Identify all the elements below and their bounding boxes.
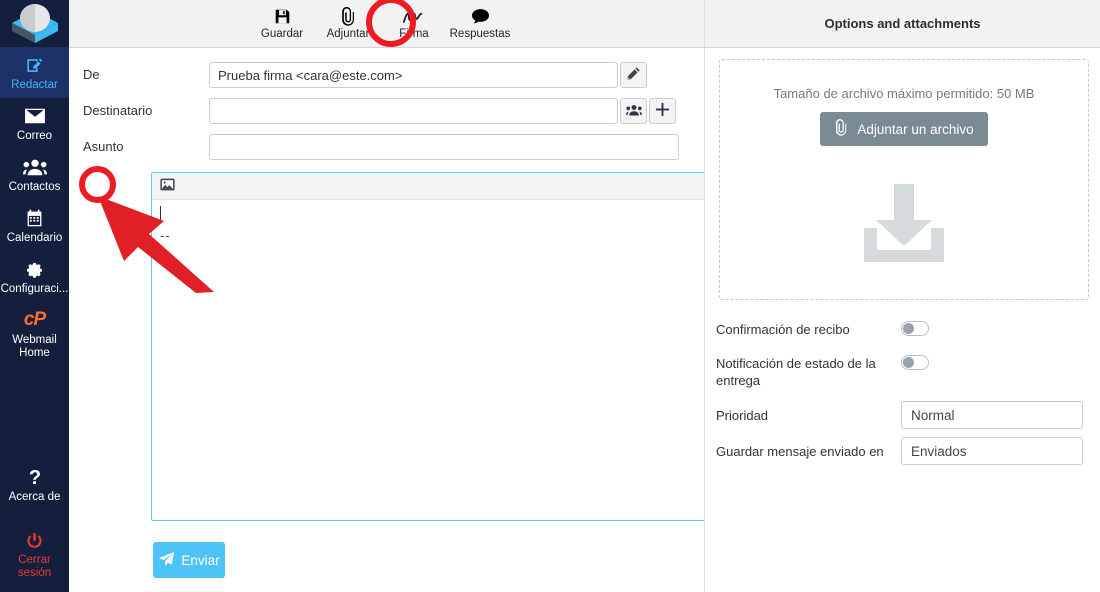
label-destinatario: Destinatario [83, 103, 153, 118]
send-button-label: Enviar [181, 552, 220, 568]
sidebar-label-configuracion: Configuraci... [0, 283, 69, 295]
compose-panel: De Destinatario [69, 48, 760, 592]
sidebar-label-webmail: Webmail [12, 334, 57, 346]
signature-separator: -- [160, 228, 171, 243]
sidebar-label-cerrar-sesion: Cerrar sesión [17, 554, 52, 579]
toggle-knob [903, 357, 914, 368]
options-panel-title: Options and attachments [824, 16, 981, 31]
editor-body[interactable]: -- [152, 200, 759, 244]
app-logo [0, 0, 69, 47]
sent-folder-select[interactable] [901, 437, 1083, 465]
priority-select[interactable] [901, 401, 1083, 429]
sidebar-label-acerca-de: Acerca de [8, 491, 61, 503]
signature-icon [402, 5, 426, 27]
label-de: De [83, 67, 100, 82]
option-label-notificacion: Notificación de estado de la entrega [716, 356, 876, 388]
max-filesize-text: Tamaño de archivo máximo permitido: 50 M… [773, 86, 1035, 101]
calendar-icon [25, 207, 44, 229]
editor-toolbar [152, 173, 759, 200]
sidebar: Redactar Correo Contactos Calendario Con… [0, 0, 69, 592]
sidebar-label-calendario: Calendario [6, 232, 63, 244]
sidebar-label-home: Home [19, 347, 50, 359]
field-row-asunto: Asunto [69, 134, 679, 160]
option-row-notificacion: Notificación de estado de la entrega [716, 355, 1096, 389]
sidebar-label-redactar: Redactar [11, 79, 58, 91]
insert-image-button[interactable] [156, 176, 178, 196]
from-input[interactable] [209, 62, 618, 88]
save-button-label: Guardar [260, 28, 304, 40]
speech-bubble-icon [471, 5, 490, 27]
question-icon: ? [28, 466, 42, 488]
responses-button-label: Respuestas [449, 28, 511, 40]
label-asunto: Asunto [83, 139, 124, 154]
svg-text:?: ? [28, 467, 40, 487]
signature-button[interactable]: Firma [381, 0, 447, 40]
sidebar-item-contactos[interactable]: Contactos [0, 149, 69, 200]
attach-button[interactable]: Adjuntar [315, 0, 381, 40]
sidebar-item-configuracion[interactable]: Configuraci... [0, 251, 69, 302]
plus-icon [655, 102, 670, 120]
options-attachments-panel: Tamaño de archivo máximo permitido: 50 M… [705, 48, 1100, 592]
paper-plane-icon [158, 551, 175, 570]
app-logo-icon [11, 3, 58, 43]
save-icon [274, 5, 291, 27]
pick-contacts-button[interactable] [620, 98, 647, 124]
option-label-prioridad: Prioridad [716, 407, 769, 423]
save-button[interactable]: Guardar [249, 0, 315, 40]
sidebar-item-webmail-home[interactable]: cP Webmail Home [0, 302, 69, 366]
envelope-icon [24, 105, 46, 127]
toggle-knob [903, 323, 914, 334]
field-row-de: De [69, 62, 647, 88]
text-caret [160, 206, 161, 221]
responses-button[interactable]: Respuestas [447, 0, 513, 40]
recipient-input[interactable] [209, 98, 618, 124]
compose-toolbar: Guardar Adjuntar Firma Respuestas [69, 0, 513, 47]
delivery-status-toggle[interactable] [901, 355, 929, 370]
sidebar-item-redactar[interactable]: Redactar [0, 47, 69, 98]
option-label-guardar-en: Guardar mensaje enviado en [716, 443, 884, 459]
edit-identity-button[interactable] [620, 62, 647, 88]
subject-input[interactable] [209, 134, 679, 160]
attach-button-label: Adjuntar [326, 28, 370, 40]
receipt-confirmation-toggle[interactable] [901, 321, 929, 336]
add-recipient-button[interactable] [649, 98, 676, 124]
download-tray-icon [858, 184, 950, 267]
send-button[interactable]: Enviar [153, 542, 225, 578]
pencil-icon [626, 66, 641, 84]
paperclip-icon [340, 5, 357, 27]
attachment-dropzone[interactable]: Tamaño de archivo máximo permitido: 50 M… [719, 59, 1089, 300]
option-row-prioridad: Prioridad [716, 401, 1096, 429]
sidebar-item-correo[interactable]: Correo [0, 98, 69, 149]
signature-button-label: Firma [399, 28, 429, 40]
insert-image-icon [159, 178, 175, 194]
gear-icon [25, 258, 44, 280]
sidebar-label-correo: Correo [16, 130, 53, 142]
sidebar-label-contactos: Contactos [8, 181, 61, 193]
top-header: Guardar Adjuntar Firma Respuestas Option… [69, 0, 1100, 48]
compose-icon [25, 54, 44, 76]
power-icon [25, 529, 44, 551]
option-label-confirmacion: Confirmación de recibo [716, 322, 850, 337]
field-row-destinatario: Destinatario [69, 98, 676, 124]
paperclip-icon [834, 119, 849, 139]
message-editor[interactable]: -- [151, 172, 760, 521]
attach-file-button[interactable]: Adjuntar un archivo [820, 112, 988, 146]
option-row-confirmacion: Confirmación de recibo [716, 321, 1096, 338]
sidebar-item-acerca-de[interactable]: ? Acerca de [0, 459, 69, 510]
attach-file-button-label: Adjuntar un archivo [857, 121, 974, 137]
cpanel-logo-text: cP [23, 309, 46, 330]
contacts-icon [625, 104, 642, 119]
sidebar-item-cerrar-sesion[interactable]: Cerrar sesión [0, 522, 69, 586]
contacts-icon [22, 156, 47, 178]
cpanel-icon: cP [23, 309, 46, 331]
sidebar-item-calendario[interactable]: Calendario [0, 200, 69, 251]
option-row-guardar-en: Guardar mensaje enviado en [716, 437, 1096, 465]
editor-caret-line [160, 206, 751, 223]
